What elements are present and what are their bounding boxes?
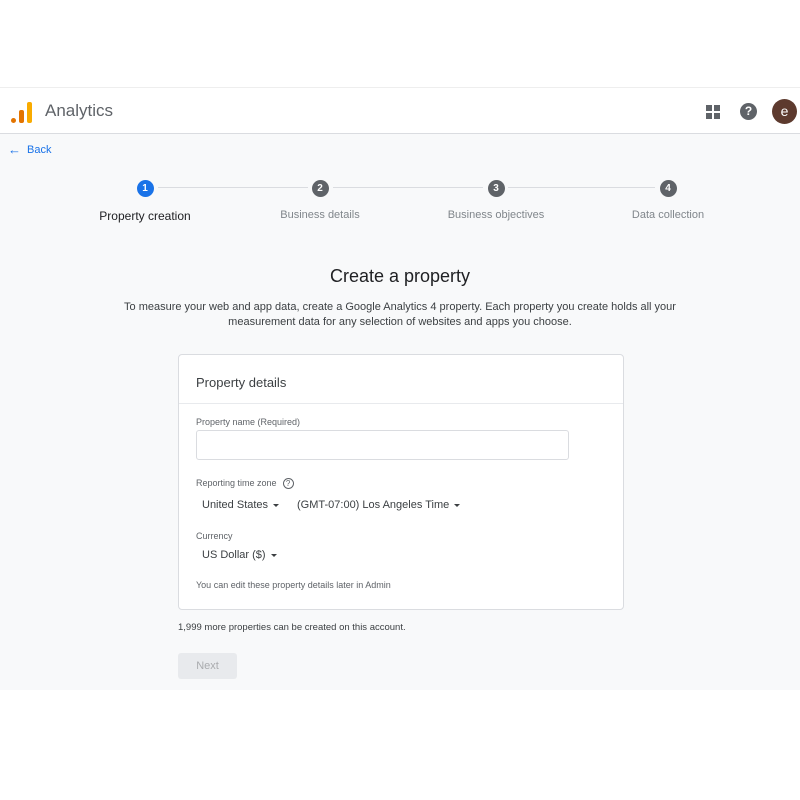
timezone-value: (GMT-07:00) Los Angeles Time: [297, 499, 450, 511]
step-number: 4: [659, 180, 677, 197]
step-number: 2: [311, 180, 329, 197]
property-details-card: Property details Property name (Required…: [178, 354, 624, 610]
arrow-left-icon: ←: [8, 142, 21, 157]
app-title: Analytics: [45, 101, 114, 120]
avatar[interactable]: e: [772, 99, 797, 124]
edit-note: You can edit these property details late…: [196, 580, 391, 590]
stepper: 1 Property creation 2 Business details 3…: [0, 180, 800, 230]
card-title: Property details: [179, 355, 623, 404]
country-select[interactable]: United States: [202, 499, 280, 511]
step-2: 2 Business details: [245, 180, 395, 221]
timezone-select[interactable]: (GMT-07:00) Los Angeles Time: [297, 499, 461, 511]
help-circle-icon[interactable]: ?: [282, 478, 294, 490]
step-number: 3: [487, 180, 505, 197]
next-button[interactable]: Next: [178, 653, 237, 679]
step-3: 3 Business objectives: [421, 180, 571, 221]
currency-value: US Dollar ($): [202, 549, 266, 561]
step-4: 4 Data collection: [593, 180, 743, 221]
caret-down-icon: [273, 503, 280, 507]
currency-select[interactable]: US Dollar ($): [202, 549, 277, 561]
currency-label: Currency: [196, 531, 233, 541]
remaining-properties-text: 1,999 more properties can be created on …: [178, 622, 406, 633]
country-value: United States: [202, 499, 269, 511]
step-number: 1: [136, 180, 154, 197]
property-name-label: Property name (Required): [196, 417, 301, 427]
main-content: ← Back 1 Property creation 2 Business de…: [0, 134, 800, 690]
caret-down-icon: [454, 503, 461, 507]
step-label: Business details: [280, 209, 360, 221]
step-1: 1 Property creation: [70, 180, 220, 223]
app-header: Analytics ? e: [0, 87, 800, 134]
back-label: Back: [27, 143, 52, 156]
property-name-input[interactable]: [196, 430, 569, 460]
step-label: Data collection: [631, 209, 705, 221]
timezone-label-text: Reporting time zone: [196, 478, 277, 488]
page-description: To measure your web and app data, create…: [124, 301, 676, 328]
step-label: Business objectives: [447, 209, 545, 221]
analytics-logo-icon: [11, 101, 33, 123]
step-label: Property creation: [99, 209, 191, 223]
page-title: Create a property: [329, 266, 471, 286]
caret-down-icon: [270, 553, 277, 557]
back-link[interactable]: ← Back: [8, 142, 51, 157]
help-icon[interactable]: ?: [740, 103, 757, 120]
timezone-label: Reporting time zone?: [196, 478, 294, 490]
apps-grid-icon[interactable]: [706, 105, 720, 119]
